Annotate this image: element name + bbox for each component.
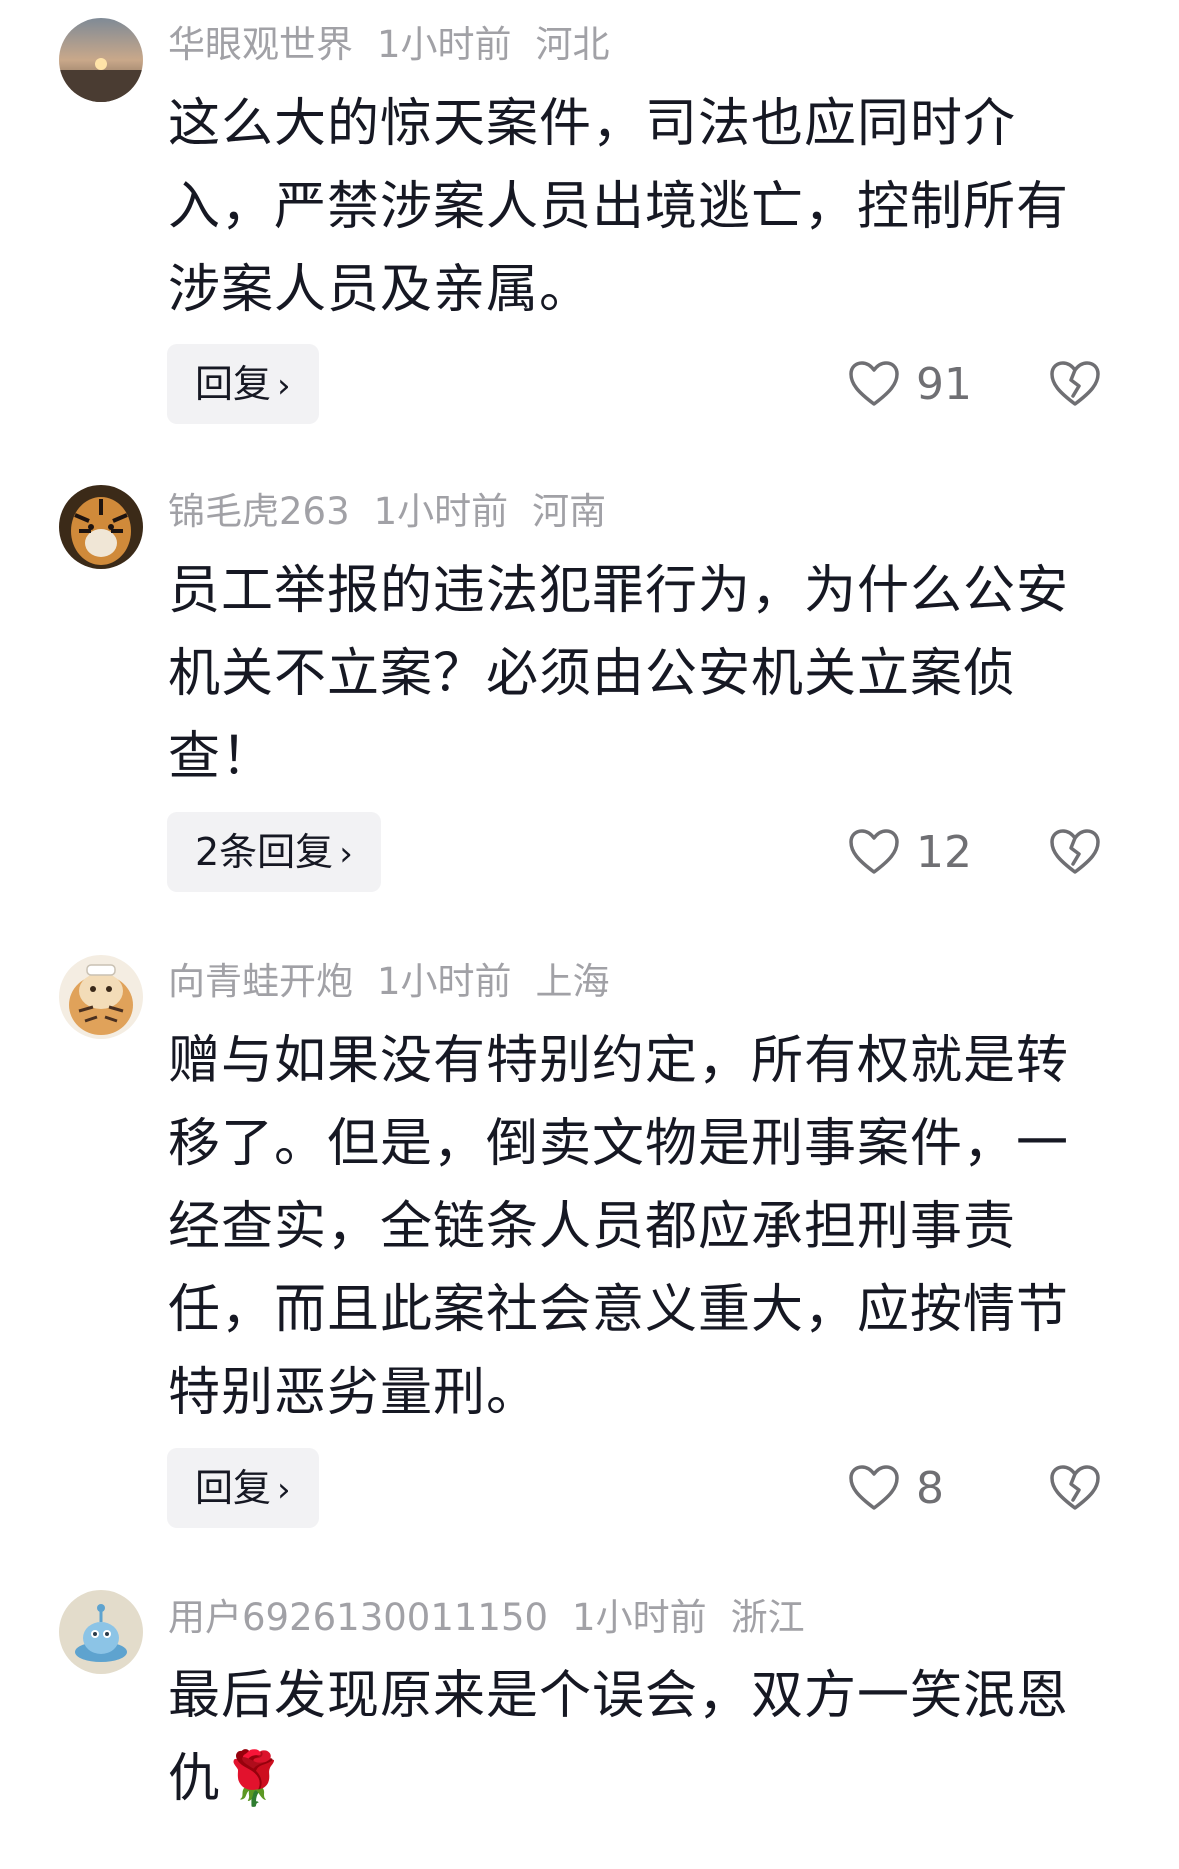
location: 浙江 [730, 1596, 805, 1639]
heart-outline-icon [849, 829, 899, 874]
comment-meta: 华眼观世界 1小时前 河北 [168, 21, 634, 69]
chevron-right-icon: › [339, 834, 353, 874]
heart-outline-icon [849, 1465, 899, 1510]
timestamp: 1小时前 [377, 23, 512, 66]
timestamp: 1小时前 [377, 960, 512, 1003]
avatar[interactable] [59, 485, 143, 569]
chevron-right-icon: › [277, 366, 291, 406]
avatar[interactable] [59, 1590, 143, 1674]
comment-meta: 锦毛虎263 1小时前 河南 [168, 488, 630, 536]
location: 河南 [532, 490, 607, 533]
dislike-button[interactable] [1049, 344, 1101, 424]
comment-text: 员工举报的违法犯罪行为，为什么公安机关不立案？必须由公安机关立案侦查！ [168, 561, 1070, 787]
comment-meta: 用户6926130011150 1小时前 浙江 [168, 1594, 829, 1642]
location: 河北 [535, 23, 610, 66]
like-count: 8 [916, 1462, 944, 1514]
reply-button[interactable]: 回复 › [167, 1448, 319, 1528]
username[interactable]: 锦毛虎263 [168, 490, 350, 533]
comment-text: 最后发现原来是个误会，双方一笑泯恩仇🌹 [168, 1666, 1070, 1809]
broken-heart-outline-icon [1050, 361, 1100, 406]
timestamp: 1小时前 [373, 490, 509, 533]
username[interactable]: 用户6926130011150 [168, 1596, 548, 1639]
reply-button[interactable]: 2条回复 › [167, 812, 381, 892]
reply-label: 2条回复 [195, 830, 334, 874]
avatar[interactable] [59, 18, 143, 102]
chevron-right-icon: › [277, 1470, 291, 1510]
broken-heart-outline-icon [1050, 829, 1100, 874]
broken-heart-outline-icon [1050, 1465, 1100, 1510]
like-button[interactable]: 91 [848, 344, 972, 424]
reply-label: 回复 [195, 362, 272, 406]
timestamp: 1小时前 [572, 1596, 707, 1639]
comment-text: 赠与如果没有特别约定，所有权就是转移了。但是，倒卖文物是刑事案件，一经查实，全链… [168, 1031, 1070, 1423]
comment-meta: 向青蛙开炮 1小时前 上海 [168, 958, 634, 1006]
like-button[interactable]: 12 [848, 812, 972, 892]
username[interactable]: 华眼观世界 [168, 23, 353, 66]
dislike-button[interactable] [1049, 1448, 1101, 1528]
reply-button[interactable]: 回复 › [167, 344, 319, 424]
like-count: 91 [916, 358, 972, 410]
comment-text: 这么大的惊天案件，司法也应同时介入，严禁涉案人员出境逃亡，控制所有涉案人员及亲属… [168, 94, 1070, 320]
like-button[interactable]: 8 [848, 1448, 944, 1528]
location: 上海 [535, 960, 610, 1003]
dislike-button[interactable] [1049, 812, 1101, 892]
username[interactable]: 向青蛙开炮 [168, 960, 353, 1003]
avatar[interactable] [59, 955, 143, 1039]
heart-outline-icon [849, 361, 899, 406]
reply-label: 回复 [195, 1466, 272, 1510]
like-count: 12 [916, 826, 972, 878]
